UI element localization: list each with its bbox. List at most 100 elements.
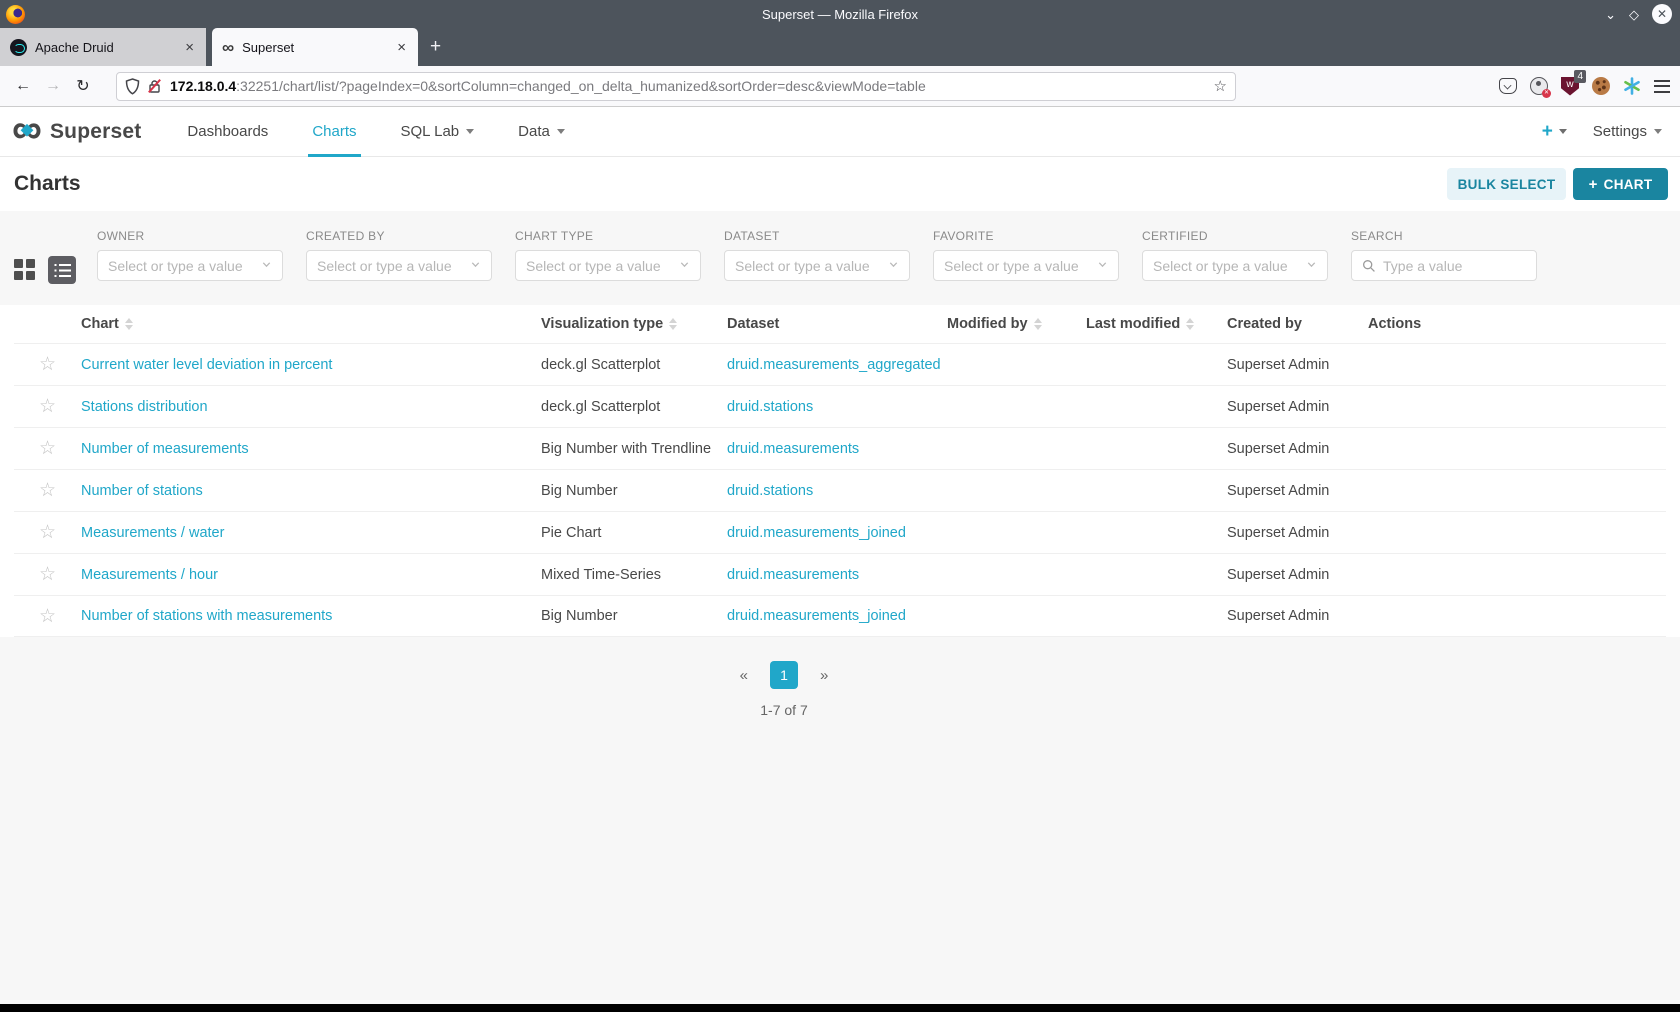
chevron-down-icon — [1558, 129, 1567, 134]
asterisk-extension-icon[interactable] — [1623, 77, 1641, 95]
chart-name-cell: Stations distribution — [81, 399, 541, 415]
tracking-protection-shield-icon[interactable] — [125, 77, 140, 95]
list-view-icon[interactable] — [48, 256, 76, 284]
dataset-cell: druid.stations — [727, 399, 947, 415]
superset-brand[interactable]: ∞ Superset — [12, 107, 141, 149]
url-bar[interactable]: 172.18.0.4:32251/chart/list/?pageIndex=0… — [116, 71, 1236, 101]
tab-superset[interactable]: ∞ Superset × — [212, 28, 418, 66]
add-chart-button[interactable]: + CHART — [1573, 168, 1668, 200]
insecure-lock-icon[interactable] — [148, 78, 161, 94]
tab-close-icon[interactable]: × — [393, 39, 410, 56]
add-chart-label: CHART — [1603, 176, 1653, 192]
chart-link[interactable]: Number of stations with measurements — [81, 608, 332, 624]
dataset-link[interactable]: druid.measurements_aggregated — [727, 357, 941, 373]
filter-created-by-select[interactable]: Select or type a value — [306, 250, 492, 281]
favorite-star-icon[interactable]: ☆ — [39, 522, 56, 543]
dataset-link[interactable]: druid.measurements_joined — [727, 608, 906, 624]
filter-dataset: DATASET Select or type a value — [724, 211, 910, 305]
new-tab-button[interactable]: + — [418, 28, 453, 66]
nav-item-data[interactable]: Data — [500, 107, 583, 156]
reload-button[interactable]: ↻ — [68, 76, 98, 96]
chart-link[interactable]: Stations distribution — [81, 399, 208, 415]
chevron-down-icon — [1097, 257, 1108, 275]
pagination-next-icon[interactable]: » — [820, 667, 828, 684]
window-titlebar: Superset — Mozilla Firefox ⌄ ◇ ✕ — [0, 0, 1680, 28]
back-button[interactable]: ← — [8, 77, 38, 95]
favorite-cell: ☆ — [14, 437, 81, 460]
created-by-cell: Superset Admin — [1227, 566, 1330, 583]
window-controls: ⌄ ◇ ✕ — [1605, 0, 1672, 28]
account-blocked-icon[interactable] — [1530, 77, 1551, 98]
dataset-link[interactable]: druid.stations — [727, 399, 813, 415]
header-last-modified[interactable]: Last modified — [1086, 316, 1227, 332]
favorite-cell: ☆ — [14, 605, 81, 628]
header-label: Last modified — [1086, 316, 1181, 332]
filters-row: OWNER Select or type a value CREATED BY Sel… — [97, 211, 1560, 305]
search-input[interactable] — [1383, 257, 1526, 274]
filter-owner: OWNER Select or type a value — [97, 211, 283, 305]
dataset-cell: druid.measurements — [727, 567, 947, 583]
nav-item-dashboards[interactable]: Dashboards — [169, 107, 286, 156]
extension-shield-wrap[interactable]: w 4 — [1561, 69, 1586, 96]
nav-item-sql-lab[interactable]: SQL Lab — [383, 107, 493, 156]
created-by-cell: Superset Admin — [1227, 608, 1330, 624]
favorite-star-icon[interactable]: ☆ — [39, 564, 56, 585]
settings-menu[interactable]: Settings — [1593, 123, 1662, 140]
druid-favicon-icon — [10, 38, 27, 56]
filter-certified-select[interactable]: Select or type a value — [1142, 250, 1328, 281]
window-maximize-icon[interactable]: ◇ — [1629, 8, 1639, 21]
chart-name-cell: Measurements / water — [81, 525, 541, 541]
filter-owner-select[interactable]: Select or type a value — [97, 250, 283, 281]
created-by-cell: Superset Admin — [1227, 482, 1330, 499]
chart-name-cell: Number of stations — [81, 483, 541, 499]
filter-label: CERTIFIED — [1142, 229, 1208, 243]
add-new-menu[interactable]: + — [1542, 121, 1567, 143]
dataset-link[interactable]: druid.measurements_joined — [727, 525, 906, 541]
chart-link[interactable]: Current water level deviation in percent — [81, 357, 332, 373]
favorite-star-icon[interactable]: ☆ — [39, 396, 56, 417]
header-visualization-type[interactable]: Visualization type — [541, 316, 727, 332]
window-minimize-icon[interactable]: ⌄ — [1605, 8, 1616, 21]
viz-type-cell: deck.gl Scatterplot — [541, 398, 661, 415]
chevron-down-icon — [888, 257, 899, 275]
viz-type-cell: Big Number — [541, 482, 618, 499]
chart-link[interactable]: Number of measurements — [81, 441, 249, 457]
table-row: ☆ Number of measurements Big Number with T… — [14, 427, 1666, 469]
dataset-link[interactable]: druid.stations — [727, 483, 813, 499]
tab-close-icon[interactable]: × — [181, 39, 198, 56]
chart-link[interactable]: Measurements / water — [81, 525, 224, 541]
filter-chart-type-select[interactable]: Select or type a value — [515, 250, 701, 281]
filter-label: FAVORITE — [933, 229, 994, 243]
bulk-select-button[interactable]: BULK SELECT — [1447, 168, 1566, 200]
favorite-star-icon[interactable]: ☆ — [39, 438, 56, 459]
filter-dataset-select[interactable]: Select or type a value — [724, 250, 910, 281]
bookmark-star-icon[interactable]: ☆ — [1214, 77, 1227, 95]
menu-icon[interactable] — [1654, 79, 1670, 93]
tab-apache-druid[interactable]: Apache Druid × — [0, 28, 206, 66]
nav-item-charts[interactable]: Charts — [294, 107, 374, 157]
page-footer: « 1 » 1-7 of 7 — [0, 637, 1680, 718]
cookie-extension-icon[interactable] — [1592, 77, 1610, 95]
viz-type-cell: Pie Chart — [541, 524, 602, 541]
dataset-link[interactable]: druid.measurements — [727, 567, 859, 583]
window-close-icon[interactable]: ✕ — [1652, 4, 1672, 24]
chart-link[interactable]: Number of stations — [81, 483, 203, 499]
header-chart[interactable]: Chart — [81, 316, 541, 332]
search-box[interactable] — [1351, 250, 1537, 281]
pagination-page-1[interactable]: 1 — [770, 661, 798, 689]
chart-link[interactable]: Measurements / hour — [81, 567, 218, 583]
sort-icon — [124, 318, 133, 330]
url-text[interactable]: 172.18.0.4:32251/chart/list/?pageIndex=0… — [170, 78, 1208, 94]
card-view-icon[interactable] — [14, 259, 36, 281]
favorite-star-icon[interactable]: ☆ — [39, 606, 56, 627]
header-modified-by[interactable]: Modified by — [947, 316, 1086, 332]
favorite-star-icon[interactable]: ☆ — [39, 354, 56, 375]
pocket-icon[interactable] — [1499, 78, 1517, 94]
select-placeholder: Select or type a value — [317, 257, 452, 274]
created-by-cell: Superset Admin — [1227, 398, 1330, 415]
pagination-prev-icon[interactable]: « — [740, 667, 748, 684]
chevron-down-icon — [466, 129, 475, 134]
filter-favorite-select[interactable]: Select or type a value — [933, 250, 1119, 281]
dataset-link[interactable]: druid.measurements — [727, 441, 859, 457]
favorite-star-icon[interactable]: ☆ — [39, 480, 56, 501]
